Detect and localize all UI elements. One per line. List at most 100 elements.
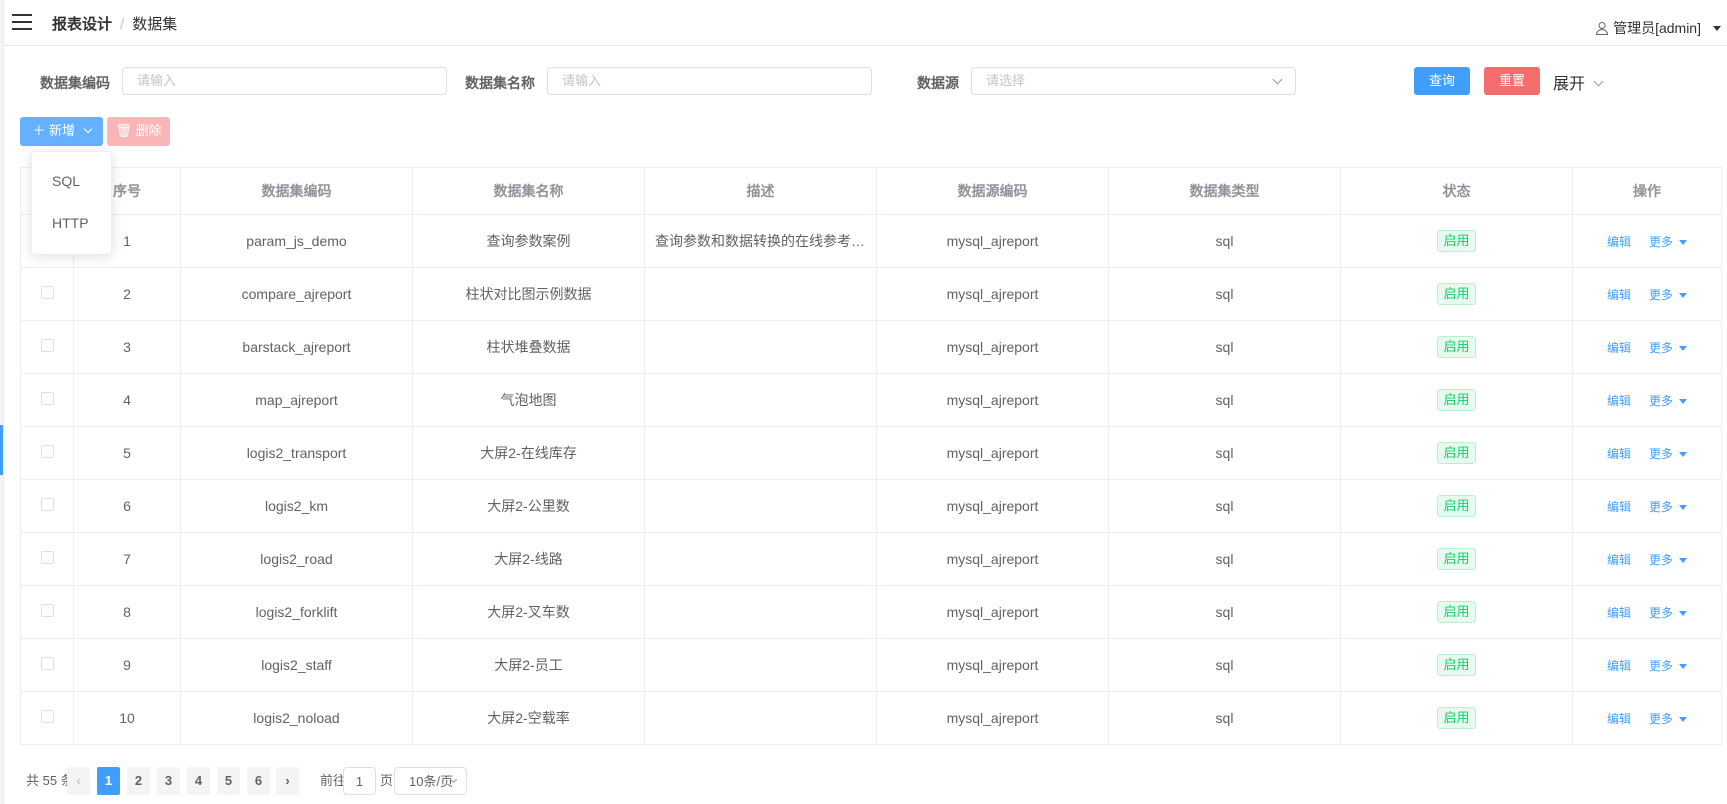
more-label: 更多 [1649,234,1674,249]
status-badge: 启用 [1437,707,1476,729]
cell-type: sql [1108,426,1341,480]
row-select-cell[interactable] [20,638,74,692]
cell-actions: 编辑 更多 [1572,585,1722,639]
cell-actions: 编辑 更多 [1572,373,1722,427]
row-checkbox[interactable] [40,445,54,458]
more-label: 更多 [1649,658,1674,673]
cell-code: logis2_staff [180,638,413,692]
page-size-select[interactable]: 10条/页 [394,767,467,795]
row-checkbox[interactable] [40,286,54,299]
cell-source: mysql_ajreport [876,532,1109,586]
status-badge: 启用 [1437,336,1476,358]
table-row: 6 logis2_km 大屏2-公里数 mysql_ajreport sql 启用 编辑 更多 [20,479,1722,533]
reset-button[interactable]: 重置 [1484,67,1540,95]
table-row: 5 logis2_transport 大屏2-在线库存 mysql_ajreport s… [20,426,1722,480]
hamburger-menu-icon[interactable] [12,14,32,30]
cell-name: 查询参数案例 [412,214,645,268]
cell-type: sql [1108,532,1341,586]
status-badge: 启用 [1437,442,1476,464]
row-select-cell[interactable] [20,479,74,533]
table-row: 2 compare_ajreport 柱状对比图示例数据 mysql_ajreport… [20,267,1722,321]
edit-link[interactable]: 编辑 [1607,288,1631,302]
more-label: 更多 [1649,287,1674,302]
breadcrumb-item[interactable]: 报表设计 [52,16,112,33]
cell-type: sql [1108,373,1341,427]
row-select-cell[interactable] [20,426,74,480]
more-dropdown[interactable]: 更多 [1649,552,1688,567]
name-input[interactable]: 请输入 [547,67,872,95]
row-select-cell[interactable] [20,532,74,586]
row-checkbox[interactable] [40,604,54,617]
row-select-cell[interactable] [20,691,74,745]
cell-desc [644,267,877,321]
row-checkbox[interactable] [40,498,54,511]
caret-down-icon [1679,557,1688,563]
row-checkbox[interactable] [40,392,54,405]
status-badge: 启用 [1437,495,1476,517]
expand-toggle[interactable]: 展开 [1553,70,1604,94]
row-checkbox[interactable] [40,339,54,352]
edit-link[interactable]: 编辑 [1607,659,1631,673]
cell-type: sql [1108,320,1341,374]
page-button[interactable]: 1 [97,767,120,795]
menu-item-http[interactable]: HTTP [32,202,111,244]
edit-link[interactable]: 编辑 [1607,500,1631,514]
more-dropdown[interactable]: 更多 [1649,606,1688,620]
more-dropdown[interactable]: 更多 [1649,341,1688,355]
user-menu[interactable]: 管理员[admin] [1595,18,1721,38]
goto-suffix: 页 [380,773,394,788]
table-row: 10 logis2_noload 大屏2-空载率 mysql_ajreport sql 启… [20,691,1722,745]
cell-actions: 编辑 更多 [1572,638,1722,692]
edit-link[interactable]: 编辑 [1607,606,1631,620]
page-button[interactable]: 4 [187,767,210,795]
row-select-cell[interactable] [20,320,74,374]
page-button[interactable]: 3 [157,767,180,795]
page-button[interactable]: 5 [217,767,240,795]
cell-source: mysql_ajreport [876,479,1109,533]
column-header: 操作 [1572,167,1722,215]
next-page-button[interactable]: › [276,767,299,795]
more-dropdown[interactable]: 更多 [1649,393,1688,408]
more-label: 更多 [1649,393,1674,408]
row-select-cell[interactable] [20,267,74,321]
cell-desc [644,691,877,745]
row-select-cell[interactable] [20,585,74,639]
edit-link[interactable]: 编辑 [1607,341,1631,355]
more-dropdown[interactable]: 更多 [1649,287,1688,302]
chevron-down-icon [1594,76,1604,87]
goto-page-input[interactable]: 1 [343,767,376,795]
page-button[interactable]: 2 [127,767,150,795]
add-button[interactable]: ＋ 新增 [20,117,103,146]
more-dropdown[interactable]: 更多 [1649,658,1688,673]
menu-item-sql[interactable]: SQL [32,160,111,202]
edit-link[interactable]: 编辑 [1607,447,1631,461]
code-input[interactable]: 请输入 [122,67,447,95]
row-checkbox[interactable] [40,551,54,564]
source-select[interactable]: 请选择 [971,67,1296,95]
cell-code: barstack_ajreport [180,320,413,374]
page-button[interactable]: 6 [247,767,270,795]
edit-link[interactable]: 编辑 [1607,235,1631,249]
cell-source: mysql_ajreport [876,373,1109,427]
prev-page-button[interactable]: ‹ [67,767,90,795]
row-select-cell[interactable] [20,373,74,427]
cell-type: sql [1108,479,1341,533]
more-dropdown[interactable]: 更多 [1649,447,1688,461]
column-header: 数据集名称 [412,167,645,215]
more-dropdown[interactable]: 更多 [1649,712,1688,726]
breadcrumb: 报表设计 / 数据集 [52,16,178,33]
row-checkbox[interactable] [40,710,54,723]
edit-link[interactable]: 编辑 [1607,712,1631,726]
cell-type: sql [1108,691,1341,745]
more-dropdown[interactable]: 更多 [1649,500,1688,514]
edit-link[interactable]: 编辑 [1607,553,1631,567]
delete-button[interactable]: 🗑 删除 [107,117,170,146]
more-dropdown[interactable]: 更多 [1649,234,1688,249]
row-checkbox[interactable] [40,657,54,670]
cell-status: 启用 [1340,214,1573,268]
query-button[interactable]: 查询 [1414,67,1470,95]
status-badge: 启用 [1437,548,1476,570]
more-label: 更多 [1649,552,1674,567]
edit-link[interactable]: 编辑 [1607,394,1631,408]
table-header: 序号 数据集编码 数据集名称 描述 数据源编码 数据集类型 状态 操作 [20,167,1722,215]
